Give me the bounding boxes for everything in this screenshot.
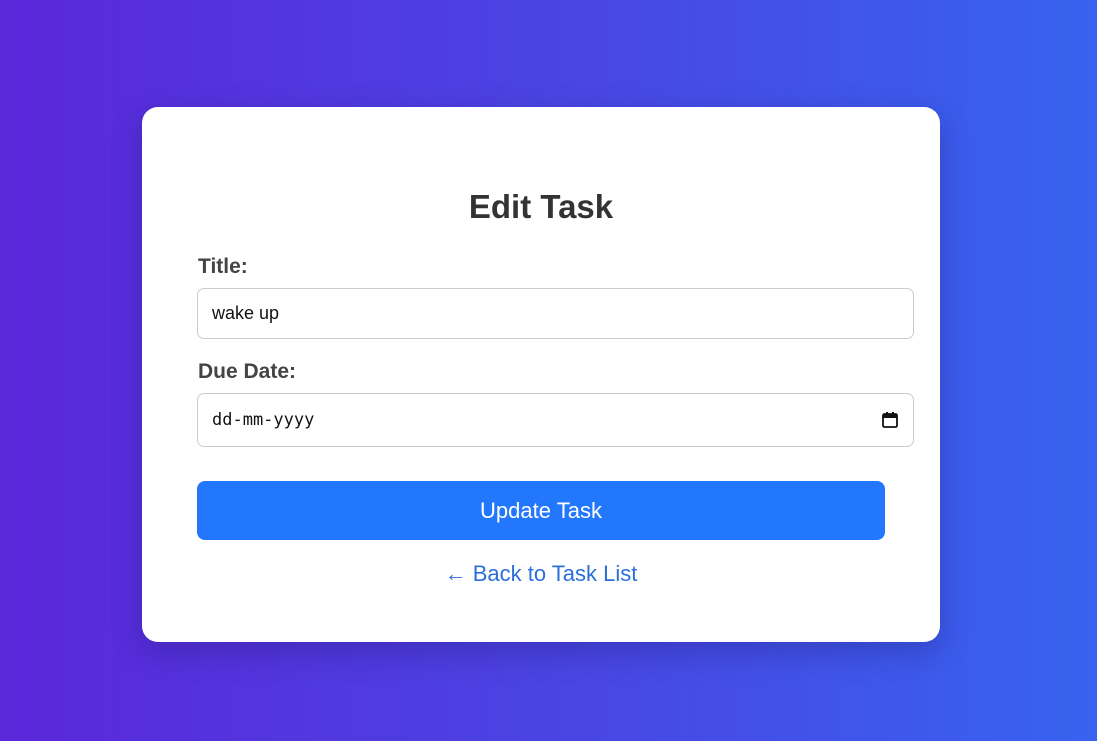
due-date-placeholder: dd-mm-yyyy — [212, 410, 315, 430]
back-link-label: Back to Task List — [472, 561, 638, 586]
left-arrow-icon: ← — [444, 561, 467, 586]
title-input[interactable] — [197, 288, 914, 339]
update-task-button[interactable]: Update Task — [197, 481, 885, 540]
back-to-task-list-link[interactable]: ← Back to Task List — [445, 561, 638, 586]
page-title: Edit Task — [468, 188, 614, 225]
calendar-icon[interactable] — [881, 411, 899, 429]
due-date-label: Due Date: — [198, 360, 297, 383]
back-to-task-list-link-row: ← Back to Task List — [142, 560, 940, 588]
edit-task-card: Edit Task Title: Due Date: dd-mm-yyyy Up… — [142, 107, 940, 642]
due-date-input[interactable]: dd-mm-yyyy — [197, 393, 914, 447]
title-label: Title: — [198, 255, 248, 278]
